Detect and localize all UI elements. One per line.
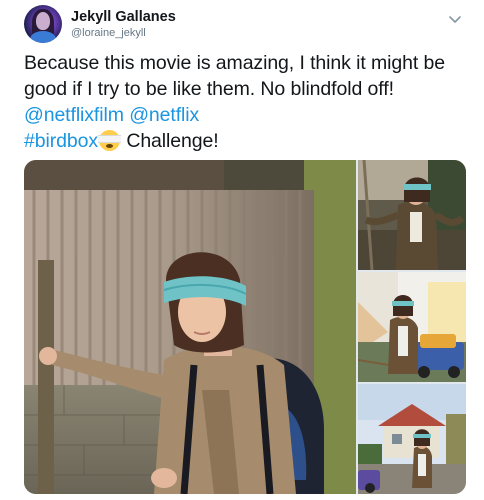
- media-photo-side-2[interactable]: [358, 272, 466, 382]
- author-names: Jekyll Gallanes @loraine_jekyll: [71, 8, 176, 40]
- chevron-down-icon[interactable]: [448, 12, 462, 26]
- media-photo-main[interactable]: [24, 160, 356, 494]
- avatar-body: [30, 31, 56, 43]
- media-grid: [24, 160, 466, 494]
- mention-netflix[interactable]: @netflix: [129, 104, 199, 126]
- media-photo-side-3[interactable]: [358, 384, 466, 494]
- author-display-name[interactable]: Jekyll Gallanes: [71, 8, 176, 26]
- hashtag-birdbox[interactable]: #birdbox: [24, 130, 98, 152]
- tweet-header: Jekyll Gallanes @loraine_jekyll: [24, 4, 176, 44]
- tweet-text-challenge: Challenge!: [121, 130, 219, 152]
- mention-netflixfilm[interactable]: @netflixfilm: [24, 104, 124, 126]
- author-handle[interactable]: @loraine_jekyll: [71, 26, 176, 40]
- tweet-text-body: Because this movie is amazing, I think i…: [24, 52, 445, 100]
- tweet-text: Because this movie is amazing, I think i…: [24, 50, 464, 154]
- tweet-card: Jekyll Gallanes @loraine_jekyll Because …: [0, 0, 484, 500]
- avatar-face: [36, 12, 50, 30]
- avatar[interactable]: [24, 5, 62, 43]
- media-photo-side-1[interactable]: [358, 160, 466, 270]
- face-with-head-bandage-emoji: [98, 130, 122, 151]
